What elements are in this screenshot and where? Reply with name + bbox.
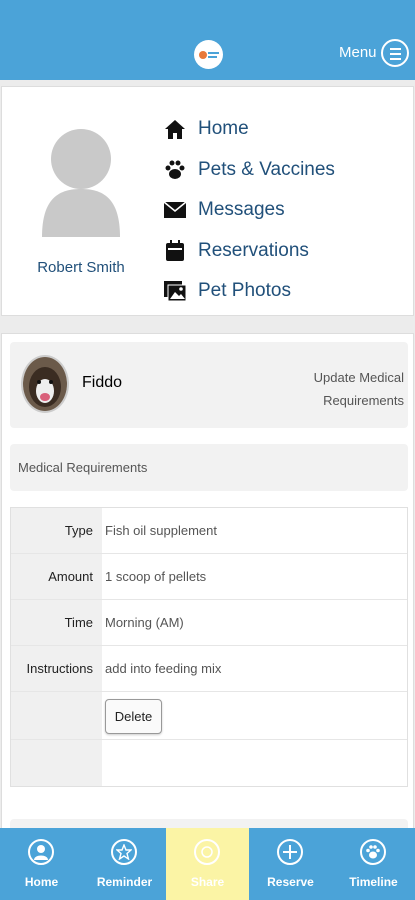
nav-label: Reservations	[198, 239, 309, 261]
plus-icon	[277, 839, 303, 865]
row-value: 1 scoop of pellets	[105, 569, 207, 584]
photos-icon	[162, 279, 188, 303]
row-value: Fish oil supplement	[105, 523, 217, 538]
paw-icon	[162, 158, 188, 182]
table-row	[11, 692, 407, 740]
logo-icon	[198, 50, 219, 59]
nav-item-messages[interactable]: Messages	[162, 190, 335, 231]
bottom-nav: Home Reminder Share Reserve Timeline	[0, 828, 415, 900]
nav-label: Pet Photos	[198, 280, 291, 302]
table-row: Instructions add into feeding mix	[11, 646, 407, 692]
envelope-icon	[162, 198, 188, 222]
profile-card: Robert Smith Home Pets & Vaccines Messag…	[1, 86, 414, 316]
row-value: Morning (AM)	[105, 615, 184, 630]
row-label: Type	[64, 523, 93, 538]
tab-label: Home	[24, 875, 59, 889]
row-label: Amount	[48, 569, 93, 584]
nav-label: Pets & Vaccines	[198, 158, 335, 180]
pet-name: Fiddo	[82, 374, 123, 391]
pet-section: Fiddo Update Medical Requirements Medica…	[1, 333, 414, 839]
paw-icon	[360, 839, 386, 865]
nav-item-pets-vaccines[interactable]: Pets & Vaccines	[162, 150, 335, 191]
row-label: Instructions	[26, 661, 93, 676]
tab-home[interactable]: Home	[0, 828, 83, 900]
tab-label: Reserve	[267, 875, 314, 889]
profile-nav: Home Pets & Vaccines Messages Reservatio…	[162, 109, 335, 312]
pet-avatar[interactable]	[21, 355, 69, 413]
table-row: Type Fish oil supplement	[11, 508, 407, 554]
row-value: add into feeding mix	[105, 661, 222, 676]
update-medical-requirements-link[interactable]: Update Medical Requirements	[294, 366, 404, 412]
pet-header: Fiddo Update Medical Requirements	[10, 342, 408, 428]
user-icon	[28, 839, 54, 865]
medical-requirements-header: Medical Requirements	[10, 444, 408, 491]
star-icon	[111, 839, 137, 865]
nav-label: Messages	[198, 199, 285, 221]
user-name[interactable]: Robert Smith	[18, 259, 144, 276]
app-logo[interactable]	[194, 40, 223, 69]
nav-item-pet-photos[interactable]: Pet Photos	[162, 271, 335, 312]
table-row: Amount 1 scoop of pellets	[11, 554, 407, 600]
menu-label[interactable]: Menu	[339, 44, 377, 61]
tab-label: Share	[190, 875, 225, 889]
hamburger-menu-icon[interactable]	[381, 39, 409, 67]
home-icon	[162, 117, 188, 141]
tab-label: Reminder	[96, 875, 153, 889]
nav-item-home[interactable]: Home	[162, 109, 335, 150]
table-row: Time Morning (AM)	[11, 600, 407, 646]
dog-photo-icon	[23, 357, 67, 411]
tab-timeline[interactable]: Timeline	[332, 828, 415, 900]
tab-reserve[interactable]: Reserve	[249, 828, 332, 900]
medical-requirements-table: Type Fish oil supplement Amount 1 scoop …	[10, 507, 408, 787]
calendar-icon	[162, 239, 188, 263]
tab-reminder[interactable]: Reminder	[83, 828, 166, 900]
nav-label: Home	[198, 118, 249, 140]
medical-requirements-title: Medical Requirements	[18, 460, 148, 475]
nav-item-reservations[interactable]: Reservations	[162, 231, 335, 272]
user-avatar-icon	[42, 129, 120, 237]
tab-share[interactable]: Share	[166, 828, 249, 900]
row-label: Time	[64, 615, 93, 630]
share-icon	[194, 839, 220, 865]
top-bar: Menu	[0, 0, 415, 80]
tab-label: Timeline	[349, 875, 398, 889]
